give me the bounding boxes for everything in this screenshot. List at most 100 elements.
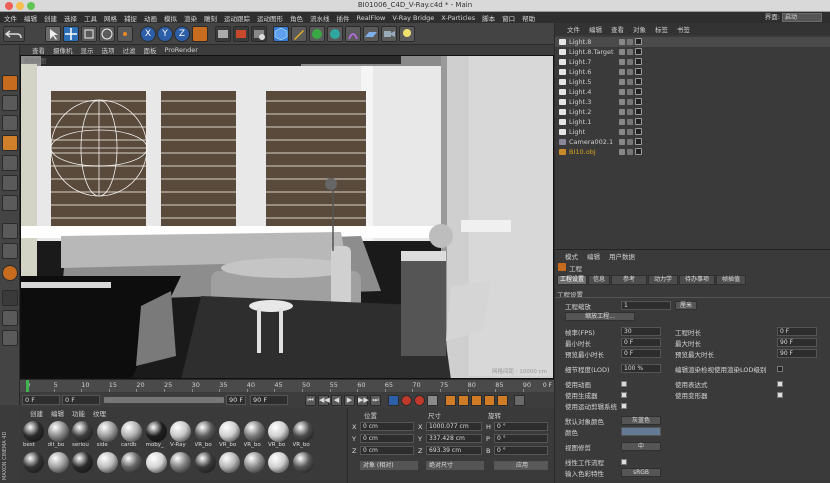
points-mode-icon[interactable] bbox=[2, 155, 18, 171]
go-to-end-button[interactable]: ⏭ bbox=[370, 395, 381, 406]
menu-simulate[interactable]: 模拟 bbox=[164, 13, 177, 23]
obj-menu-view[interactable]: 查看 bbox=[611, 24, 624, 34]
default-object-color-select[interactable]: 灰蓝色 bbox=[621, 416, 661, 425]
attr-menu-mode[interactable]: 模式 bbox=[565, 251, 578, 261]
object-tag-icon[interactable] bbox=[635, 88, 642, 95]
editor-visibility-dot[interactable] bbox=[619, 119, 625, 125]
preview-min-field[interactable]: 0 F bbox=[621, 349, 661, 358]
material-swatch[interactable] bbox=[219, 452, 241, 482]
menu-edit[interactable]: 编辑 bbox=[24, 13, 37, 23]
start-frame-field[interactable]: 0 F bbox=[22, 395, 60, 405]
material-swatch[interactable] bbox=[23, 452, 45, 482]
use-motion-system-checkbox[interactable] bbox=[621, 403, 627, 409]
position-z-field[interactable]: 0 cm bbox=[360, 446, 414, 455]
object-row[interactable]: Light.7 bbox=[555, 57, 830, 67]
object-row[interactable]: Light.1 bbox=[555, 117, 830, 127]
render-visibility-dot[interactable] bbox=[627, 39, 633, 45]
editor-visibility-dot[interactable] bbox=[619, 69, 625, 75]
object-tag-icon[interactable] bbox=[635, 118, 642, 125]
tab-key-interpolation[interactable]: 帧插值 bbox=[716, 275, 746, 285]
y-axis-lock-icon[interactable]: Y bbox=[157, 26, 173, 42]
material-swatch[interactable]: VR_bo bbox=[292, 421, 315, 451]
position-x-field[interactable]: 0 cm bbox=[360, 422, 414, 431]
timeline-options-icon[interactable] bbox=[514, 395, 525, 406]
tab-reference[interactable]: 参考 bbox=[611, 275, 647, 285]
object-name[interactable]: Light.6 bbox=[569, 67, 591, 77]
object-row[interactable]: Light.6 bbox=[555, 67, 830, 77]
3d-viewport[interactable]: 透视视图 网格间距 : 10000 cm bbox=[20, 55, 554, 379]
material-swatch[interactable] bbox=[72, 452, 94, 482]
vp-menu-prorender[interactable]: ProRender bbox=[165, 46, 198, 54]
render-visibility-dot[interactable] bbox=[627, 109, 633, 115]
go-to-start-button[interactable]: ⏮ bbox=[305, 395, 316, 406]
menu-animate[interactable]: 动画 bbox=[144, 13, 157, 23]
render-settings-icon[interactable] bbox=[251, 26, 267, 42]
menu-help[interactable]: 帮助 bbox=[522, 13, 535, 23]
position-key-icon[interactable] bbox=[445, 395, 456, 406]
material-swatch[interactable]: VR_bo bbox=[243, 421, 266, 451]
menu-plugins[interactable]: 插件 bbox=[337, 13, 350, 23]
editor-visibility-dot[interactable] bbox=[619, 129, 625, 135]
parameter-key-icon[interactable] bbox=[484, 395, 495, 406]
material-swatch[interactable] bbox=[47, 452, 70, 482]
menu-file[interactable]: 文件 bbox=[4, 13, 17, 23]
make-editable-icon[interactable] bbox=[2, 75, 18, 91]
bend-deformer-icon[interactable] bbox=[345, 26, 361, 42]
snap-icon[interactable] bbox=[2, 265, 18, 281]
rotation-p-field[interactable]: 0 ° bbox=[494, 434, 548, 443]
max-time-field[interactable]: 90 F bbox=[777, 338, 817, 347]
lock-workplane-icon[interactable] bbox=[2, 290, 18, 306]
material-swatch[interactable]: best bbox=[23, 421, 45, 451]
object-tag-icon[interactable] bbox=[635, 108, 642, 115]
material-swatch[interactable]: VR_bo bbox=[219, 421, 241, 451]
preview-max-field[interactable]: 90 F bbox=[777, 349, 817, 358]
mat-menu-edit[interactable]: 编辑 bbox=[51, 408, 64, 418]
menu-pipeline[interactable]: 流水线 bbox=[310, 13, 330, 23]
menu-motion-tracking[interactable]: 运动跟踪 bbox=[224, 13, 250, 23]
object-tag-icon[interactable] bbox=[635, 78, 642, 85]
material-swatch[interactable] bbox=[145, 452, 168, 482]
editor-visibility-dot[interactable] bbox=[619, 149, 625, 155]
attr-menu-edit[interactable]: 编辑 bbox=[587, 251, 600, 261]
scale-key-icon[interactable] bbox=[458, 395, 469, 406]
scale-project-button[interactable]: 缩放工程... bbox=[565, 312, 635, 321]
project-scale-field[interactable]: 1 bbox=[621, 301, 671, 310]
editor-visibility-dot[interactable] bbox=[619, 109, 625, 115]
vp-menu-view[interactable]: 查看 bbox=[32, 45, 45, 55]
undo-icon[interactable] bbox=[3, 26, 25, 42]
object-row[interactable]: Light.4 bbox=[555, 87, 830, 97]
apply-button[interactable]: 应用 bbox=[494, 461, 548, 470]
object-name[interactable]: Light.4 bbox=[569, 87, 591, 97]
z-axis-lock-icon[interactable]: Z bbox=[174, 26, 190, 42]
render-visibility-dot[interactable] bbox=[627, 129, 633, 135]
render-lod-checkbox[interactable] bbox=[777, 366, 783, 372]
menu-render[interactable]: 渲染 bbox=[184, 13, 197, 23]
rotation-h-field[interactable]: 0 ° bbox=[494, 422, 548, 431]
render-visibility-dot[interactable] bbox=[627, 149, 633, 155]
fps-field[interactable]: 30 bbox=[621, 327, 661, 336]
editor-visibility-dot[interactable] bbox=[619, 79, 625, 85]
size-y-field[interactable]: 337.428 cm bbox=[426, 434, 482, 443]
editor-visibility-dot[interactable] bbox=[619, 89, 625, 95]
material-swatch[interactable] bbox=[96, 452, 119, 482]
object-tag-icon[interactable] bbox=[635, 148, 642, 155]
obj-menu-file[interactable]: 文件 bbox=[567, 24, 580, 34]
object-tag-icon[interactable] bbox=[635, 38, 642, 45]
rotate-tool-icon[interactable] bbox=[99, 26, 115, 42]
material-swatch[interactable]: moby_ bbox=[145, 421, 168, 451]
min-time-field[interactable]: 0 F bbox=[621, 338, 661, 347]
vp-menu-filter[interactable]: 过滤 bbox=[123, 45, 136, 55]
object-name[interactable]: BI10.obj bbox=[569, 147, 596, 157]
play-button[interactable]: ▶ bbox=[344, 395, 355, 406]
tab-dynamics[interactable]: 动力学 bbox=[648, 275, 678, 285]
menu-snap[interactable]: 捕捉 bbox=[124, 13, 137, 23]
current-frame-field[interactable]: 0 F bbox=[62, 395, 100, 405]
obj-menu-bookmarks[interactable]: 书签 bbox=[677, 24, 690, 34]
timeline-playhead[interactable] bbox=[26, 380, 29, 392]
use-animation-checkbox[interactable] bbox=[621, 381, 627, 387]
use-deformers-checkbox[interactable] bbox=[777, 392, 783, 398]
tab-project-settings[interactable]: 工程设置 bbox=[557, 275, 587, 285]
render-visibility-dot[interactable] bbox=[627, 69, 633, 75]
render-visibility-dot[interactable] bbox=[627, 59, 633, 65]
x-axis-lock-icon[interactable]: X bbox=[140, 26, 156, 42]
